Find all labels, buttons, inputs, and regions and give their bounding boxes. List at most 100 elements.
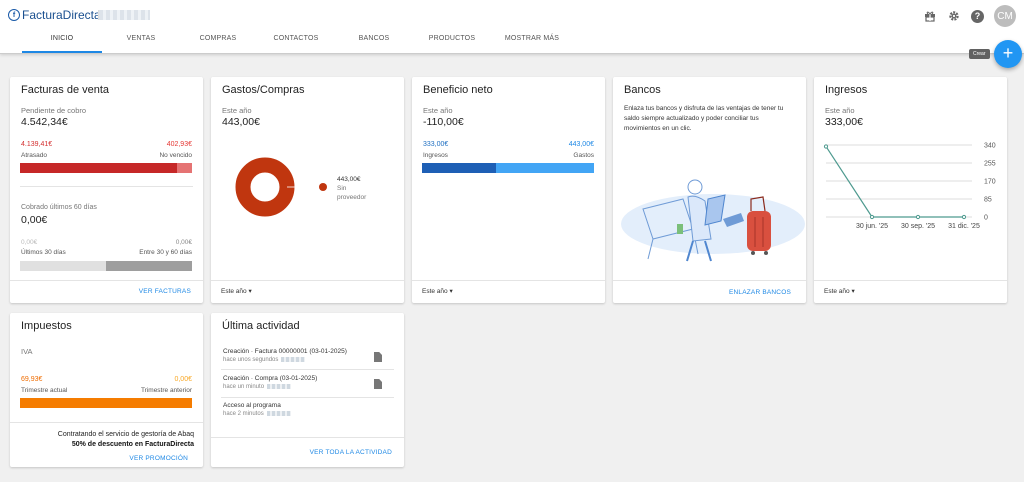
last30-value: 0,00€ bbox=[21, 239, 38, 246]
y-tick-label: 85 bbox=[984, 197, 992, 204]
main-tabs: INICIO VENTAS COMPRAS CONTACTOS BANCOS P… bbox=[22, 34, 572, 53]
period-dropdown[interactable]: Este año ▾ bbox=[824, 287, 855, 295]
profit-value: -110,00€ bbox=[423, 116, 464, 128]
activity-item-time-text: hace unos segundos bbox=[223, 357, 279, 364]
card-title: Facturas de venta bbox=[21, 84, 110, 96]
donut-slice bbox=[235, 157, 295, 217]
activity-item-time-text: hace un minuto bbox=[223, 384, 265, 391]
last30-label: Últimos 30 días bbox=[21, 249, 66, 256]
pending-bar bbox=[20, 163, 192, 173]
previous-quarter-value: 0,00€ bbox=[174, 376, 192, 383]
divider bbox=[221, 369, 394, 370]
tab-contactos[interactable]: CONTACTOS bbox=[256, 34, 336, 53]
current-quarter-bar bbox=[20, 398, 192, 408]
card-title: Impuestos bbox=[21, 320, 72, 332]
legend-value: 443,00€ bbox=[337, 176, 361, 183]
create-button[interactable]: + bbox=[994, 40, 1022, 68]
app-name: FacturaDirecta bbox=[22, 8, 101, 22]
banks-card: Bancos Enlaza tus bancos y disfruta de l… bbox=[613, 77, 806, 303]
period-dropdown-label: Este año bbox=[824, 288, 850, 295]
period-dropdown-label: Este año bbox=[221, 288, 247, 295]
income-card: Ingresos Este año 333,00€ 340 255 170 85 0 30… bbox=[814, 77, 1007, 303]
document-icon[interactable] bbox=[374, 379, 382, 389]
period-label: Este año bbox=[423, 106, 453, 115]
avatar[interactable]: CM bbox=[994, 5, 1016, 27]
view-all-activity-link[interactable]: VER TODA LA ACTIVIDAD bbox=[310, 449, 392, 456]
view-invoices-link[interactable]: VER FACTURAS bbox=[139, 288, 191, 295]
divider bbox=[20, 186, 193, 187]
pending-value: 4.542,34€ bbox=[21, 116, 68, 128]
card-footer-divider bbox=[814, 280, 1007, 281]
activity-item-time-text: hace 2 minutos bbox=[223, 411, 264, 418]
taxes-card: Impuestos IVA 69,93€ 0,00€ Trimestre act… bbox=[10, 313, 203, 467]
y-tick-label: 0 bbox=[984, 215, 988, 222]
chevron-down-icon: ▾ bbox=[449, 288, 453, 295]
card-footer-divider bbox=[211, 280, 404, 281]
previous-quarter-label: Trimestre anterior bbox=[140, 387, 192, 394]
current-quarter-label: Trimestre actual bbox=[21, 387, 68, 394]
promo-line-1: Contratando el servicio de gestoría de A… bbox=[57, 431, 194, 438]
card-title: Ingresos bbox=[825, 84, 868, 96]
activity-item-time: hace unos segundos bbox=[223, 357, 306, 364]
activity-item-title[interactable]: Acceso al programa bbox=[223, 402, 281, 409]
create-tooltip: Crear bbox=[969, 49, 990, 59]
card-footer-divider bbox=[211, 437, 404, 438]
help-icon[interactable]: ? bbox=[971, 9, 984, 23]
profit-bar bbox=[422, 163, 594, 173]
tab-bancos[interactable]: BANCOS bbox=[336, 34, 412, 53]
period-label: Este año bbox=[222, 106, 252, 115]
data-point[interactable] bbox=[869, 214, 875, 220]
legend-label-1: Sin bbox=[337, 185, 347, 192]
y-tick-label: 255 bbox=[984, 161, 996, 168]
activity-item-time: hace un minuto bbox=[223, 384, 292, 391]
card-title: Bancos bbox=[624, 84, 661, 96]
gear-icon[interactable] bbox=[947, 9, 961, 23]
income-label: Ingresos bbox=[423, 152, 448, 159]
period-dropdown[interactable]: Este año ▾ bbox=[422, 287, 453, 295]
data-point[interactable] bbox=[915, 214, 921, 220]
income-line-chart: 340 255 170 85 0 30 jun. '25 30 sep. '25 31 dic… bbox=[823, 143, 996, 230]
range-bar bbox=[106, 261, 192, 271]
collected-value: 0,00€ bbox=[21, 214, 48, 226]
x-tick-label: 31 dic. '25 bbox=[948, 223, 980, 230]
divider bbox=[10, 422, 203, 423]
data-point[interactable] bbox=[961, 214, 967, 220]
notdue-value: 402,93€ bbox=[166, 141, 192, 148]
tab-mostrar-mas[interactable]: MOSTRAR MÁS bbox=[492, 34, 572, 53]
tab-inicio[interactable]: INICIO bbox=[22, 34, 102, 53]
expense-label: Gastos bbox=[573, 152, 594, 159]
y-tick-label: 340 bbox=[984, 143, 996, 150]
expense-value: 443,00€ bbox=[568, 141, 594, 148]
document-icon[interactable] bbox=[374, 352, 382, 362]
gift-icon[interactable] bbox=[923, 9, 937, 23]
net-profit-card: Beneficio neto Este año -110,00€ 333,00€… bbox=[412, 77, 605, 303]
activity-item-time: hace 2 minutos bbox=[223, 411, 291, 417]
card-title: Gastos/Compras bbox=[222, 84, 305, 96]
expenses-card: Gastos/Compras Este año 443,00€ 443,00€ … bbox=[211, 77, 404, 303]
activity-item-title[interactable]: Creación · Factura 00000001 (03-01-2025) bbox=[223, 348, 347, 355]
card-title: Última actividad bbox=[222, 320, 300, 332]
notdue-label: No vencido bbox=[159, 152, 192, 159]
overdue-label: Atrasado bbox=[21, 152, 48, 159]
link-banks-link[interactable]: ENLAZAR BANCOS bbox=[729, 289, 791, 296]
redacted-user bbox=[267, 384, 292, 389]
range-value: 0,00€ bbox=[175, 239, 192, 246]
sales-invoices-card: Facturas de venta Pendiente de cobro 4.5… bbox=[10, 77, 203, 303]
tab-compras[interactable]: COMPRAS bbox=[180, 34, 256, 53]
period-dropdown[interactable]: Este año ▾ bbox=[221, 287, 252, 295]
activity-card: Última actividad Creación · Factura 0000… bbox=[211, 313, 404, 467]
activity-item-title[interactable]: Creación · Compra (03-01-2025) bbox=[223, 375, 317, 382]
view-promo-link[interactable]: VER PROMOCIÓN bbox=[129, 455, 188, 462]
overdue-value: 4.139,41€ bbox=[21, 141, 53, 148]
logo-mark-icon: f bbox=[8, 9, 20, 21]
card-footer-divider bbox=[613, 280, 806, 281]
range-label: Entre 30 y 60 días bbox=[139, 249, 192, 256]
chevron-down-icon: ▾ bbox=[248, 288, 252, 295]
card-footer-divider bbox=[412, 280, 605, 281]
tab-productos[interactable]: PRODUCTOS bbox=[412, 34, 492, 53]
tab-ventas[interactable]: VENTAS bbox=[102, 34, 180, 53]
overdue-fill bbox=[20, 163, 177, 173]
app-logo[interactable]: f FacturaDirecta bbox=[8, 8, 101, 22]
data-point[interactable] bbox=[823, 144, 829, 149]
income-value: 333,00€ bbox=[423, 141, 449, 148]
